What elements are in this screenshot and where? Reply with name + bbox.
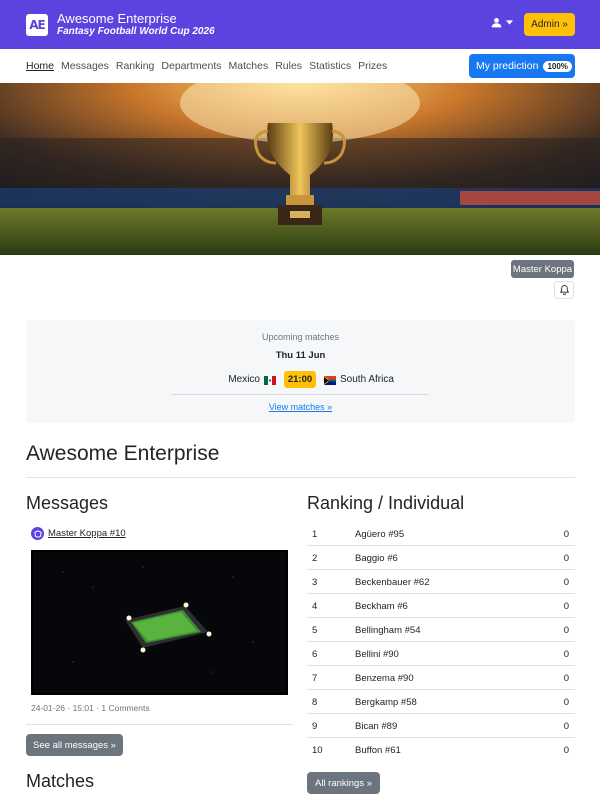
admin-button[interactable]: Admin » <box>524 13 575 36</box>
table-row[interactable]: 10 Buffon #61 0 <box>307 738 575 762</box>
rank-position: 10 <box>312 745 323 756</box>
nav-matches[interactable]: Matches <box>229 60 269 72</box>
rank-position: 4 <box>312 601 318 612</box>
notifications-button[interactable] <box>554 281 574 299</box>
rank-position: 6 <box>312 649 318 660</box>
company-title: Awesome Enterprise <box>26 442 220 465</box>
rank-position: 2 <box>312 553 318 564</box>
player-name: Baggio #6 <box>355 553 398 564</box>
all-rankings-button[interactable]: All rankings » <box>307 772 380 794</box>
south-africa-flag-icon <box>324 376 336 385</box>
my-prediction-label: My prediction <box>476 60 539 72</box>
nav-links: Home Messages Ranking Departments Matche… <box>26 60 394 72</box>
table-row[interactable]: 8 Bergkamp #58 0 <box>307 690 575 714</box>
rank-position: 8 <box>312 697 318 708</box>
nav-departments[interactable]: Departments <box>161 60 221 72</box>
table-row[interactable]: 7 Benzema #90 0 <box>307 666 575 690</box>
nav-messages[interactable]: Messages <box>61 60 109 72</box>
table-row[interactable]: 1 Agüero #95 0 <box>307 522 575 546</box>
upcoming-match-row[interactable]: Mexico 21:00 South Africa <box>26 371 575 389</box>
rank-position: 1 <box>312 529 318 540</box>
mexico-flag-icon <box>264 376 276 385</box>
player-points: 0 <box>563 577 569 588</box>
main-nav: Home Messages Ranking Departments Matche… <box>0 49 600 83</box>
brand-logo[interactable]: AE <box>26 14 48 36</box>
table-row[interactable]: 3 Beckenbauer #62 0 <box>307 570 575 594</box>
away-team-name: South Africa <box>340 374 394 385</box>
player-points: 0 <box>563 697 569 708</box>
player-name: Agüero #95 <box>355 529 405 540</box>
home-team-name: Mexico <box>228 374 260 385</box>
player-name: Bergkamp #58 <box>355 697 417 708</box>
message-author-name[interactable]: Master Koppa #10 <box>48 528 126 539</box>
table-row[interactable]: 4 Beckham #6 0 <box>307 594 575 618</box>
player-name: Benzema #90 <box>355 673 414 684</box>
nav-statistics[interactable]: Statistics <box>309 60 351 72</box>
messages-heading: Messages <box>26 493 109 513</box>
my-prediction-button[interactable]: My prediction 100% <box>469 54 575 78</box>
see-all-messages-button[interactable]: See all messages » <box>26 734 123 756</box>
player-name: Beckenbauer #62 <box>355 577 430 588</box>
upcoming-divider <box>171 394 429 395</box>
upcoming-matches-card: Upcoming matches Thu 11 Jun Mexico 21:00… <box>26 320 575 423</box>
nav-prizes[interactable]: Prizes <box>358 60 387 72</box>
nav-home[interactable]: Home <box>26 60 54 72</box>
player-points: 0 <box>563 601 569 612</box>
ranking-table: 1 Agüero #95 0 2 Baggio #6 0 3 Beckenbauer #6… <box>307 522 575 762</box>
match-time-badge: 21:00 <box>284 371 316 388</box>
message-author[interactable]: Master Koppa #10 <box>31 527 126 540</box>
rank-position: 9 <box>312 721 318 732</box>
top-header: AE Awesome Enterprise Fantasy Football W… <box>0 0 600 49</box>
rank-position: 3 <box>312 577 318 588</box>
author-avatar-icon <box>31 527 44 540</box>
player-name: Bellingham #54 <box>355 625 421 636</box>
company-divider <box>26 477 575 478</box>
upcoming-date: Thu 11 Jun <box>275 350 326 361</box>
bell-icon <box>559 285 569 295</box>
ranking-heading: Ranking / Individual <box>307 493 465 513</box>
view-matches-link[interactable]: View matches » <box>26 402 575 412</box>
matches-heading: Matches <box>26 771 95 791</box>
player-name: Bellini #90 <box>355 649 399 660</box>
player-name: Beckham #6 <box>355 601 408 612</box>
player-name: Buffon #61 <box>355 745 401 756</box>
rank-position: 5 <box>312 625 318 636</box>
user-icon <box>491 18 502 28</box>
table-row[interactable]: 6 Bellini #90 0 <box>307 642 575 666</box>
hero-banner-image <box>0 83 600 255</box>
profile-name-badge[interactable]: Master Koppa <box>511 260 574 278</box>
prediction-progress-badge: 100% <box>543 60 572 72</box>
table-row[interactable]: 5 Bellingham #54 0 <box>307 618 575 642</box>
brand-title: Awesome Enterprise <box>57 11 177 26</box>
player-points: 0 <box>563 745 569 756</box>
rank-position: 7 <box>312 673 318 684</box>
brand-subtitle: Fantasy Football World Cup 2026 <box>57 26 215 37</box>
caret-down-icon <box>506 20 513 25</box>
upcoming-title: Upcoming matches <box>261 332 340 342</box>
player-name: Bican #89 <box>355 721 398 732</box>
messages-divider <box>26 724 293 725</box>
nav-ranking[interactable]: Ranking <box>116 60 155 72</box>
table-row[interactable]: 9 Bican #89 0 <box>307 714 575 738</box>
table-row[interactable]: 2 Baggio #6 0 <box>307 546 575 570</box>
message-meta: 24-01-26 · 15:01 · 1 Comments <box>31 703 150 713</box>
player-points: 0 <box>563 529 569 540</box>
message-image[interactable] <box>31 550 288 695</box>
player-points: 0 <box>563 553 569 564</box>
player-points: 0 <box>563 625 569 636</box>
user-menu-toggle[interactable] <box>491 17 513 28</box>
player-points: 0 <box>563 721 569 732</box>
nav-rules[interactable]: Rules <box>275 60 302 72</box>
player-points: 0 <box>563 673 569 684</box>
player-points: 0 <box>563 649 569 660</box>
